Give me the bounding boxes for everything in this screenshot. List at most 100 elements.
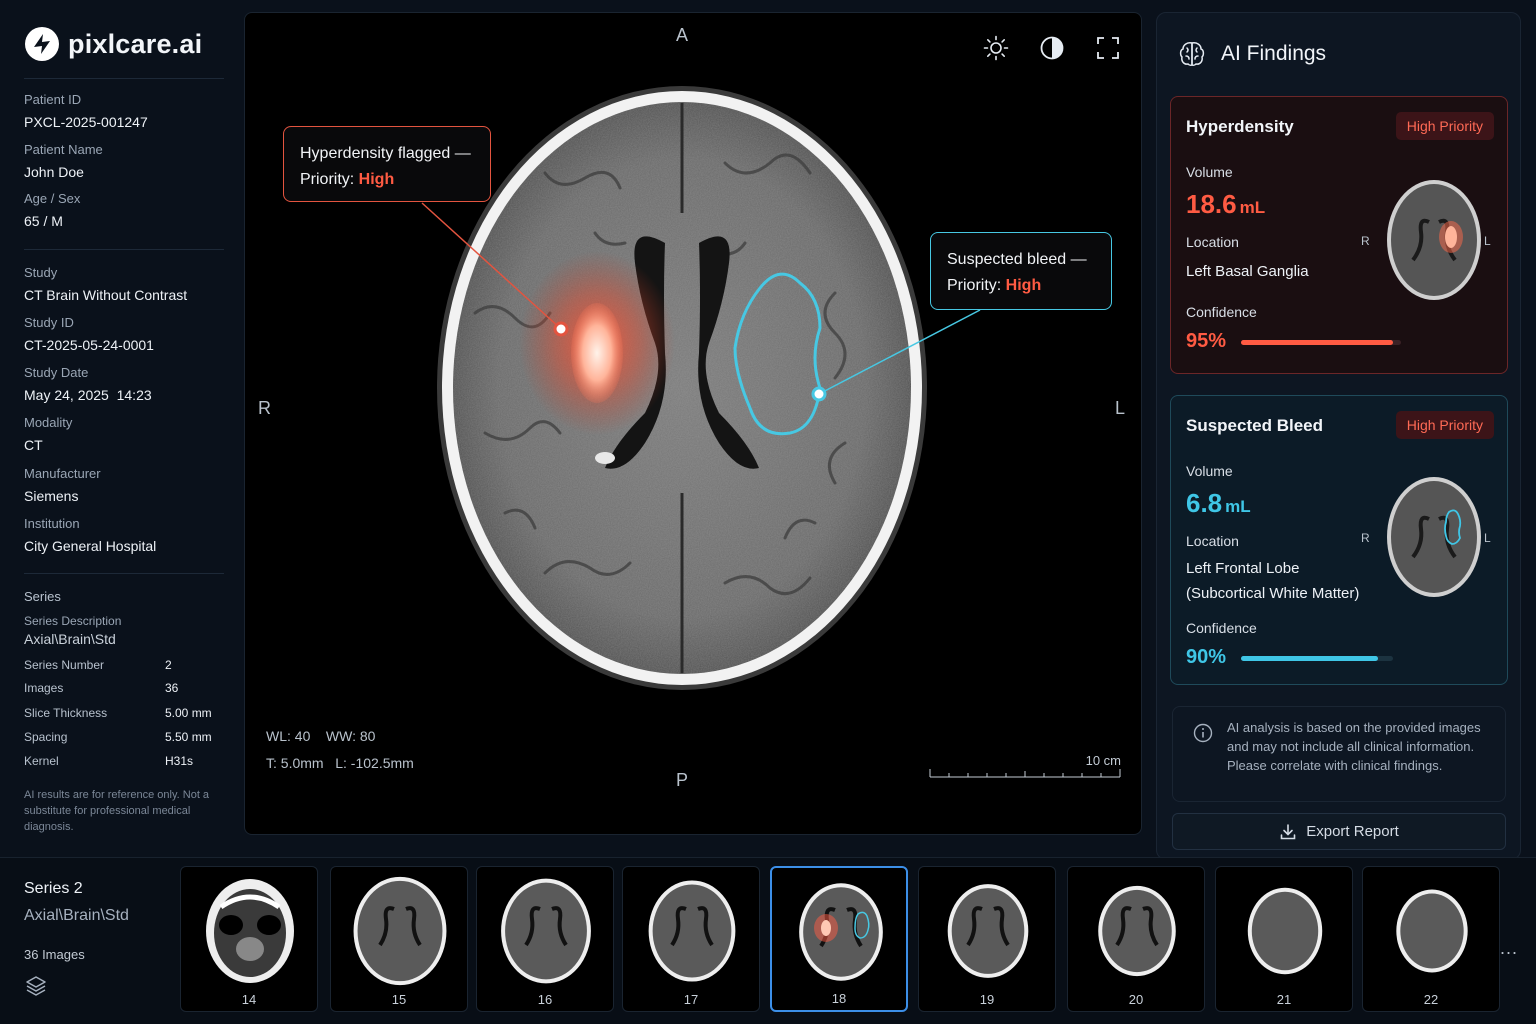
- slice-number: 22: [1423, 992, 1439, 1007]
- slice-preview: [1098, 885, 1176, 977]
- series-description: Axial\Brain\Std: [24, 907, 129, 924]
- ai-findings-panel: AI Findings Hyperdensity High Priority V…: [1156, 12, 1521, 860]
- patient-id-value: PXCL-2025-001247: [24, 114, 148, 130]
- slice-thumbnail[interactable]: 19: [918, 866, 1056, 1012]
- series-number-row: Series Number 2: [24, 658, 224, 672]
- volume-label: Volume: [1186, 463, 1233, 479]
- field-label: Patient Name: [24, 142, 103, 157]
- hyperdensity-callout[interactable]: Hyperdensity flagged — Priority: High: [283, 126, 491, 202]
- age-sex-field: Age / Sex 65 / M: [24, 191, 224, 229]
- brand-name: pixlcare.ai: [68, 28, 203, 59]
- slice-preview: [353, 876, 447, 986]
- mini-left-label: L: [1484, 531, 1491, 545]
- slice-thumbnail[interactable]: 16: [476, 866, 614, 1012]
- download-icon: [1280, 823, 1296, 839]
- ai-disclaimer-text: AI analysis is based on the provided ima…: [1227, 720, 1481, 773]
- series-heading: Series: [24, 589, 61, 604]
- slice-preview: [1396, 889, 1468, 973]
- row-value: 5.50 mm: [165, 730, 212, 744]
- institution-value: City General Hospital: [24, 538, 157, 554]
- volume-unit: mL: [1225, 497, 1251, 516]
- series-title: Series 2: [24, 880, 83, 897]
- scale-bar: 10 cm: [929, 749, 1121, 779]
- slice-thumbnail[interactable]: 22: [1362, 866, 1500, 1012]
- field-label: Patient ID: [24, 92, 82, 107]
- row-value: 36: [165, 681, 179, 695]
- volume-value: 18.6 mL: [1186, 189, 1265, 220]
- row-key: Images: [24, 681, 64, 695]
- thickness-location-readout: T: 5.0mm L: -102.5mm: [266, 755, 414, 771]
- slice-thumbnail[interactable]: 18: [770, 866, 908, 1012]
- volume-label: Volume: [1186, 164, 1233, 180]
- modality-field: Modality CT: [24, 415, 224, 453]
- field-label: Manufacturer: [24, 466, 101, 481]
- sun-icon: [983, 35, 1009, 61]
- contrast-icon: [1040, 36, 1064, 60]
- hyperdensity-core: [571, 303, 623, 403]
- callout-line: Hyperdensity flagged —: [300, 145, 471, 162]
- confidence-bar-fill: [1241, 656, 1378, 661]
- study-id-field: Study ID CT-2025-05-24-0001: [24, 315, 224, 353]
- callout-line: Suspected bleed —: [947, 251, 1087, 268]
- slice-thumbnail[interactable]: 15: [330, 866, 468, 1012]
- slice-number: 14: [241, 992, 257, 1007]
- row-key: Kernel: [24, 754, 59, 768]
- slice-preview: [1247, 887, 1323, 975]
- orientation-right: R: [258, 398, 271, 418]
- layers-button[interactable]: [24, 974, 129, 1003]
- confidence-value: 90%: [1186, 646, 1227, 668]
- series-section: Series: [24, 589, 224, 604]
- hyper-marker[interactable]: [553, 321, 569, 337]
- export-report-button[interactable]: Export Report: [1172, 813, 1506, 850]
- finding-card-hyperdensity[interactable]: Hyperdensity High Priority Volume 18.6 mL…: [1170, 96, 1508, 374]
- suspected-bleed-callout[interactable]: Suspected bleed — Priority: High: [930, 232, 1112, 310]
- row-key: Series Number: [24, 658, 105, 672]
- images-row: Images 36: [24, 681, 224, 695]
- slice-number: 20: [1128, 992, 1144, 1007]
- confidence-label: Confidence: [1186, 620, 1257, 636]
- viewer-toolbar: [981, 33, 1123, 63]
- age-sex-value: 65 / M: [24, 213, 63, 229]
- export-label: Export Report: [1306, 823, 1399, 840]
- slice-thumbnail[interactable]: 21: [1215, 866, 1353, 1012]
- institution-field: Institution City General Hospital: [24, 516, 224, 554]
- pixlcare-logo-icon: [25, 27, 59, 61]
- slice-thumbnail[interactable]: 20: [1067, 866, 1205, 1012]
- slice-number: 19: [979, 992, 995, 1007]
- image-count: 36 Images: [24, 947, 85, 962]
- volume-unit: mL: [1239, 198, 1266, 217]
- brightness-button[interactable]: [981, 33, 1011, 63]
- patient-sidebar: pixlcare.ai Patient ID PXCL-2025-001247 …: [0, 0, 244, 855]
- bleed-marker[interactable]: [811, 386, 827, 402]
- field-label: Study: [24, 265, 58, 280]
- modality-value: CT: [24, 437, 43, 453]
- brand[interactable]: pixlcare.ai: [24, 26, 202, 62]
- mini-right-label: R: [1361, 234, 1370, 248]
- hyperdensity-location-thumbnail: [1387, 180, 1481, 300]
- field-label: Age / Sex: [24, 191, 81, 206]
- priority-value: High: [358, 171, 395, 188]
- slice-number: 16: [537, 992, 553, 1007]
- more-slices-button[interactable]: ...: [1500, 938, 1518, 959]
- row-key: Spacing: [24, 730, 68, 744]
- series-thumbnail-strip: Series 2 Axial\Brain\Std 36 Images 14 15 1…: [0, 857, 1536, 1024]
- mini-right-label: R: [1361, 531, 1370, 545]
- contrast-button[interactable]: [1037, 33, 1067, 63]
- study-date-field: Study Date May 24, 2025 14:23: [24, 365, 224, 403]
- row-key: Slice Thickness: [24, 706, 108, 720]
- slice-thumbnail[interactable]: 14: [180, 866, 318, 1012]
- field-label: Series Description: [24, 614, 122, 628]
- priority-badge: High Priority: [1395, 411, 1494, 439]
- brain-icon: [1179, 42, 1205, 66]
- slice-thumbnail[interactable]: 17: [622, 866, 760, 1012]
- slice-number: 18: [831, 991, 847, 1006]
- orientation-left: L: [1115, 398, 1126, 418]
- ct-image-viewer[interactable]: A P R L Hyperdensity flagged — Priority:…: [244, 12, 1142, 835]
- orientation-posterior: P: [676, 770, 689, 790]
- series-info: Series 2 Axial\Brain\Std 36 Images: [24, 880, 129, 1003]
- fullscreen-button[interactable]: [1093, 33, 1123, 63]
- info-icon: [1193, 723, 1213, 743]
- slice-preview: [206, 879, 294, 983]
- finding-card-suspected-bleed[interactable]: Suspected Bleed High Priority Volume 6.8…: [1170, 395, 1508, 685]
- location-label: Location: [1186, 533, 1239, 549]
